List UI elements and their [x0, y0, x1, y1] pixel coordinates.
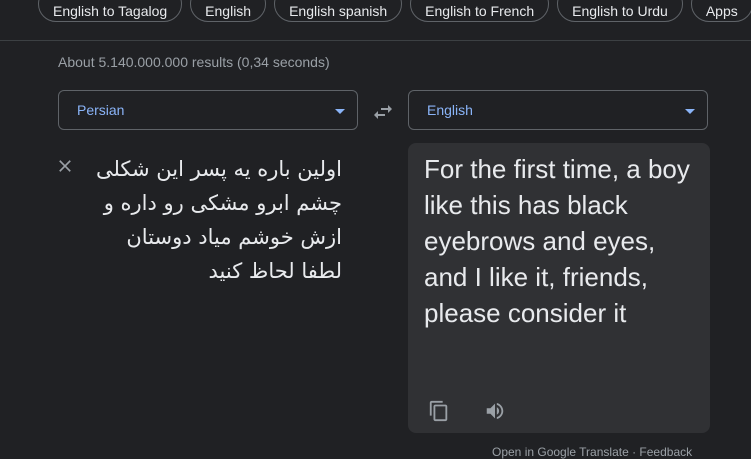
target-language-select[interactable]: English	[408, 90, 708, 130]
translation-output-box: For the first time, a boy like this has …	[408, 143, 710, 433]
chip-english-to-tagalog[interactable]: English to Tagalog	[38, 0, 183, 22]
header-divider	[0, 40, 751, 41]
swap-icon[interactable]	[371, 100, 395, 124]
source-language-label: Persian	[77, 102, 125, 118]
chip-english[interactable]: English	[190, 0, 267, 22]
dropdown-caret-icon	[335, 109, 345, 114]
close-icon[interactable]	[55, 156, 75, 176]
chip-english-to-french[interactable]: English to French	[410, 0, 550, 22]
translation-text: For the first time, a boy like this has …	[424, 154, 690, 328]
dropdown-caret-icon	[685, 109, 695, 114]
copy-icon[interactable]	[428, 400, 450, 422]
chip-english-to-urdu[interactable]: English to Urdu	[557, 0, 683, 22]
target-language-label: English	[427, 102, 473, 118]
result-stats: About 5.140.000.000 results (0,34 second…	[58, 54, 330, 70]
speaker-icon[interactable]	[484, 400, 506, 422]
source-language-select[interactable]: Persian	[58, 90, 358, 130]
suggestion-chips: English to Tagalog English English spani…	[38, 0, 751, 22]
source-text-input[interactable]: اولین باره یه پسر این شکلی چشم ابرو مشکی…	[90, 152, 342, 288]
chip-english-spanish[interactable]: English spanish	[274, 0, 403, 22]
chip-apps[interactable]: Apps	[690, 0, 751, 22]
footer-links[interactable]: Open in Google Translate · Feedback	[492, 445, 692, 459]
